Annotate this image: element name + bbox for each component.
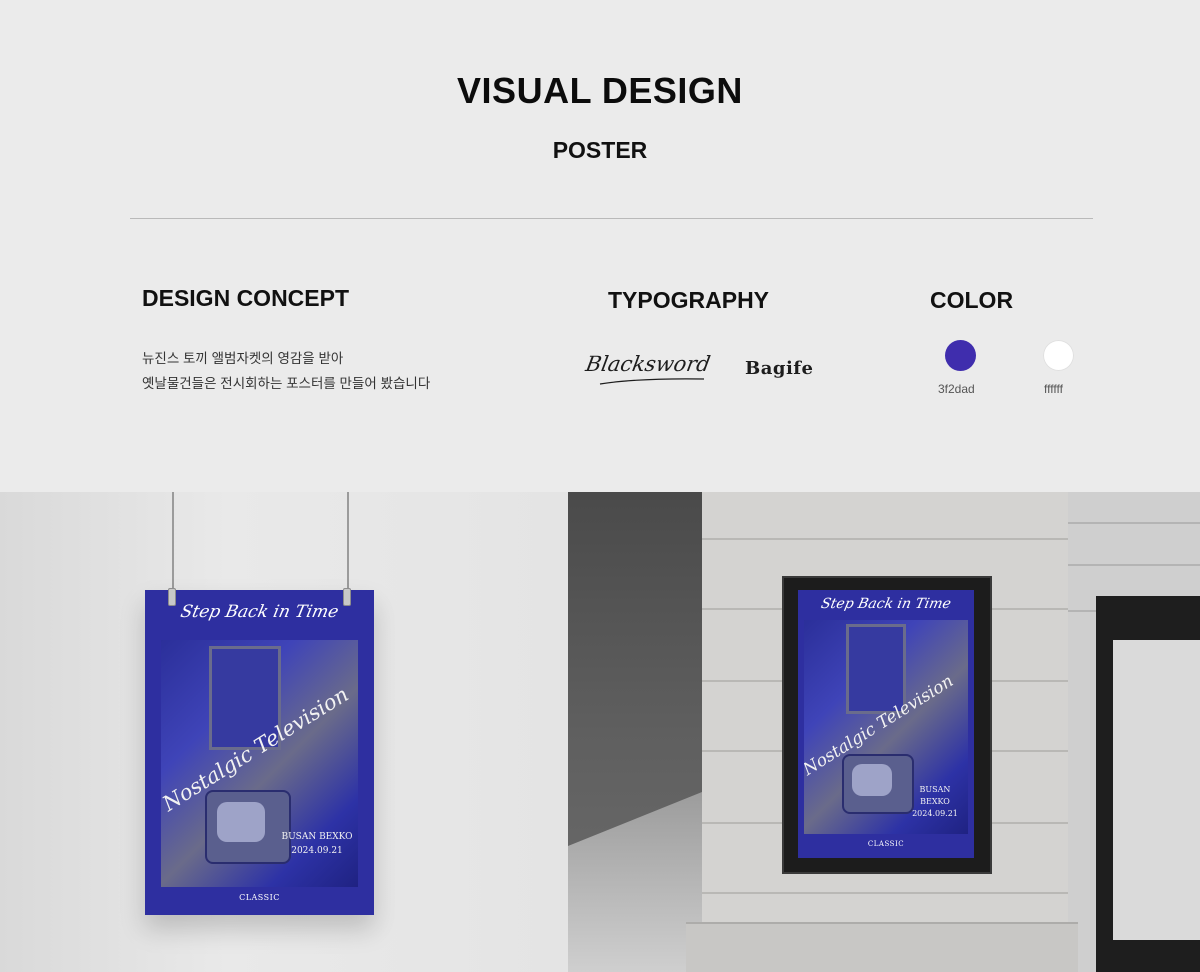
poster-clip — [343, 588, 351, 606]
poster-image: Step Back in Time Nostalgic Television B… — [145, 590, 374, 915]
poster-photo: Nostalgic Television BUSAN BEXKO 2024.09… — [804, 620, 968, 834]
page-subtitle: POSTER — [552, 137, 648, 163]
poster-frame: Step Back in Time Nostalgic Television B… — [782, 576, 992, 874]
concept-text: 뉴진스 토끼 앨범자켓의 영감을 받아 옛날물건들은 전시회하는 포스터를 만들… — [142, 346, 430, 396]
poster-headline: Step Back in Time — [178, 602, 341, 622]
swash-decoration — [599, 378, 705, 385]
header-section: VISUAL DESIGN POSTER DESIGN CONCEPT 뉴진스 … — [0, 0, 1200, 492]
color-swatch-white — [1043, 340, 1074, 371]
divider — [130, 218, 1093, 219]
concept-line: 뉴진스 토끼 앨범자켓의 영감을 받아 — [142, 351, 344, 366]
swatch-label: 3f2dad — [938, 382, 975, 396]
poster-image: Step Back in Time Nostalgic Television B… — [798, 590, 974, 858]
hanging-wire — [172, 492, 174, 592]
concept-line: 옛날물건들은 전시회하는 포스터를 만들어 봤습니다 — [142, 376, 431, 391]
poster-date: 2024.09.21 — [912, 809, 958, 818]
font-sample-blacksword: Blacksword — [583, 352, 713, 376]
poster-photo: Nostalgic Television BUSAN BEXKO 2024.09… — [161, 640, 358, 887]
pillar-base — [686, 922, 1078, 972]
poster-footer: CLASSIC — [867, 840, 905, 848]
typography-title: TYPOGRAPHY — [608, 287, 770, 313]
poster-info: BUSAN BEXKO 2024.09.21 — [904, 784, 966, 820]
poster-headline: Step Back in Time — [819, 596, 953, 612]
poster-venue: BUSAN BEXKO — [919, 785, 951, 806]
concept-title: DESIGN CONCEPT — [142, 285, 350, 311]
framed-poster-mockup: Step Back in Time Nostalgic Television B… — [568, 492, 1200, 972]
tv-screen — [852, 764, 892, 796]
hanging-poster-mockup: Step Back in Time Nostalgic Television B… — [0, 492, 568, 972]
poster-date: 2024.09.21 — [291, 846, 343, 856]
poster-info: BUSAN BEXKO 2024.09.21 — [279, 830, 355, 858]
page-title: VISUAL DESIGN — [457, 70, 743, 111]
poster-footer: CLASSIC — [239, 893, 280, 902]
tv-screen — [217, 802, 265, 842]
swatch-label: ffffff — [1044, 382, 1063, 396]
color-title: COLOR — [930, 287, 1014, 313]
door-interior — [1113, 640, 1200, 940]
poster-venue: BUSAN BEXKO — [281, 832, 353, 842]
font-sample-bagife: Bagife — [745, 358, 814, 379]
hanging-wire — [347, 492, 349, 592]
poster-clip — [168, 588, 176, 606]
color-swatch-purple — [945, 340, 976, 371]
